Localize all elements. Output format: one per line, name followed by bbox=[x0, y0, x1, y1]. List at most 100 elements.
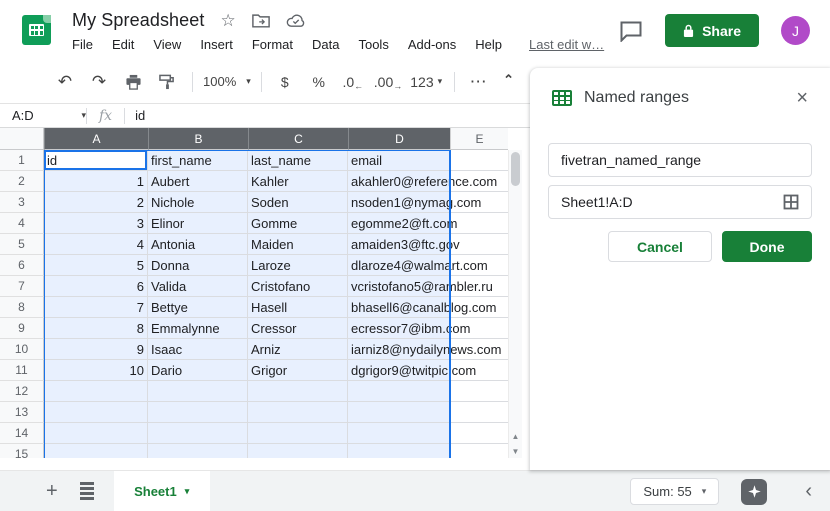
row-header-11[interactable]: 11 bbox=[0, 360, 44, 381]
undo-icon[interactable]: ↶ bbox=[52, 69, 78, 95]
sheets-logo-icon[interactable] bbox=[22, 15, 51, 45]
increase-decimal-button[interactable]: .00→ bbox=[374, 69, 402, 95]
format-currency-button[interactable]: $ bbox=[272, 69, 298, 95]
cell-A12[interactable] bbox=[44, 381, 148, 402]
cancel-button[interactable]: Cancel bbox=[608, 231, 712, 262]
column-header-D[interactable]: D bbox=[348, 128, 450, 150]
menu-view[interactable]: View bbox=[153, 37, 181, 52]
cell-C5[interactable]: Maiden bbox=[248, 234, 348, 255]
formula-input[interactable]: id bbox=[125, 108, 145, 123]
document-title[interactable]: My Spreadsheet bbox=[72, 10, 204, 31]
cell-C15[interactable] bbox=[248, 444, 348, 458]
row-header-1[interactable]: 1 bbox=[0, 150, 44, 171]
cell-B10[interactable]: Isaac bbox=[148, 339, 248, 360]
more-toolbar-button[interactable]: ⋯ bbox=[465, 69, 491, 95]
star-icon[interactable]: ☆ bbox=[220, 11, 235, 31]
row-header-12[interactable]: 12 bbox=[0, 381, 44, 402]
comment-history-icon[interactable] bbox=[619, 20, 643, 42]
cell-C8[interactable]: Hasell bbox=[248, 297, 348, 318]
cell-B8[interactable]: Bettye bbox=[148, 297, 248, 318]
cell-D3[interactable]: nsoden1@nymag.com bbox=[348, 192, 450, 213]
format-percent-button[interactable]: % bbox=[306, 69, 332, 95]
zoom-select[interactable]: 100% ▾ bbox=[203, 74, 251, 89]
cell-A8[interactable]: 7 bbox=[44, 297, 148, 318]
print-icon[interactable] bbox=[120, 69, 146, 95]
cell-D10[interactable]: iarniz8@nydailynews.com bbox=[348, 339, 450, 360]
vertical-scrollbar-thumb[interactable] bbox=[511, 152, 520, 186]
column-header-A[interactable]: A bbox=[44, 128, 148, 150]
cell-D8[interactable]: bhasell6@canalblog.com bbox=[348, 297, 450, 318]
cell-C10[interactable]: Arniz bbox=[248, 339, 348, 360]
cell-D9[interactable]: ecressor7@ibm.com bbox=[348, 318, 450, 339]
name-box[interactable]: A:D ▾ bbox=[0, 108, 86, 123]
menu-data[interactable]: Data bbox=[312, 37, 339, 52]
column-header-E[interactable]: E bbox=[450, 128, 508, 150]
row-header-9[interactable]: 9 bbox=[0, 318, 44, 339]
row-header-7[interactable]: 7 bbox=[0, 276, 44, 297]
cell-A9[interactable]: 8 bbox=[44, 318, 148, 339]
done-button[interactable]: Done bbox=[722, 231, 812, 262]
select-data-range-icon[interactable] bbox=[783, 194, 799, 210]
collapse-toolbar-icon[interactable]: ⌃ bbox=[503, 72, 514, 88]
collapse-panel-chevron-icon[interactable]: ‹ bbox=[805, 480, 812, 503]
all-sheets-icon[interactable] bbox=[80, 482, 94, 500]
cell-A1[interactable]: id bbox=[44, 150, 148, 171]
menu-insert[interactable]: Insert bbox=[200, 37, 233, 52]
row-header-8[interactable]: 8 bbox=[0, 297, 44, 318]
row-header-6[interactable]: 6 bbox=[0, 255, 44, 276]
cell-D7[interactable]: vcristofano5@rambler.ru bbox=[348, 276, 450, 297]
row-header-15[interactable]: 15 bbox=[0, 444, 44, 458]
cell-B4[interactable]: Elinor bbox=[148, 213, 248, 234]
cell-A7[interactable]: 6 bbox=[44, 276, 148, 297]
vertical-scrollbar[interactable]: ▲ ▼ bbox=[508, 150, 522, 458]
cell-B5[interactable]: Antonia bbox=[148, 234, 248, 255]
cell-A11[interactable]: 10 bbox=[44, 360, 148, 381]
range-ref-input[interactable]: Sheet1!A:D bbox=[548, 185, 812, 219]
cell-C9[interactable]: Cressor bbox=[248, 318, 348, 339]
row-header-5[interactable]: 5 bbox=[0, 234, 44, 255]
row-header-10[interactable]: 10 bbox=[0, 339, 44, 360]
cell-B14[interactable] bbox=[148, 423, 248, 444]
scroll-up-icon[interactable]: ▲ bbox=[512, 432, 520, 441]
sheet-tab-sheet1[interactable]: Sheet1 ▾ bbox=[114, 471, 210, 511]
cell-D6[interactable]: dlaroze4@walmart.com bbox=[348, 255, 450, 276]
cell-C7[interactable]: Cristofano bbox=[248, 276, 348, 297]
scroll-down-icon[interactable]: ▼ bbox=[512, 447, 520, 456]
cell-C14[interactable] bbox=[248, 423, 348, 444]
cell-D5[interactable]: amaiden3@ftc.gov bbox=[348, 234, 450, 255]
select-all-corner[interactable] bbox=[0, 128, 44, 150]
avatar[interactable]: J bbox=[781, 16, 810, 45]
cell-D1[interactable]: email bbox=[348, 150, 450, 171]
cell-A14[interactable] bbox=[44, 423, 148, 444]
explore-button[interactable] bbox=[741, 479, 767, 505]
cell-C2[interactable]: Kahler bbox=[248, 171, 348, 192]
row-header-4[interactable]: 4 bbox=[0, 213, 44, 234]
cell-C13[interactable] bbox=[248, 402, 348, 423]
menu-format[interactable]: Format bbox=[252, 37, 293, 52]
last-edit-link[interactable]: Last edit w… bbox=[529, 37, 604, 52]
cell-A4[interactable]: 3 bbox=[44, 213, 148, 234]
cell-B13[interactable] bbox=[148, 402, 248, 423]
cell-A5[interactable]: 4 bbox=[44, 234, 148, 255]
paint-format-icon[interactable] bbox=[154, 69, 180, 95]
menu-file[interactable]: File bbox=[72, 37, 93, 52]
cell-D11[interactable]: dgrigor9@twitpic.com bbox=[348, 360, 450, 381]
cell-B2[interactable]: Aubert bbox=[148, 171, 248, 192]
menu-edit[interactable]: Edit bbox=[112, 37, 134, 52]
menu-tools[interactable]: Tools bbox=[358, 37, 388, 52]
cell-B7[interactable]: Valida bbox=[148, 276, 248, 297]
cloud-status-icon[interactable] bbox=[286, 14, 305, 28]
cell-C6[interactable]: Laroze bbox=[248, 255, 348, 276]
move-folder-icon[interactable] bbox=[252, 13, 270, 28]
cell-D13[interactable] bbox=[348, 402, 450, 423]
cell-A13[interactable] bbox=[44, 402, 148, 423]
cell-A3[interactable]: 2 bbox=[44, 192, 148, 213]
menu-help[interactable]: Help bbox=[475, 37, 502, 52]
row-header-3[interactable]: 3 bbox=[0, 192, 44, 213]
cell-D4[interactable]: egomme2@ft.com bbox=[348, 213, 450, 234]
decrease-decimal-button[interactable]: .0← bbox=[340, 69, 366, 95]
menu-add-ons[interactable]: Add-ons bbox=[408, 37, 456, 52]
column-header-C[interactable]: C bbox=[248, 128, 348, 150]
cell-A6[interactable]: 5 bbox=[44, 255, 148, 276]
cell-D14[interactable] bbox=[348, 423, 450, 444]
